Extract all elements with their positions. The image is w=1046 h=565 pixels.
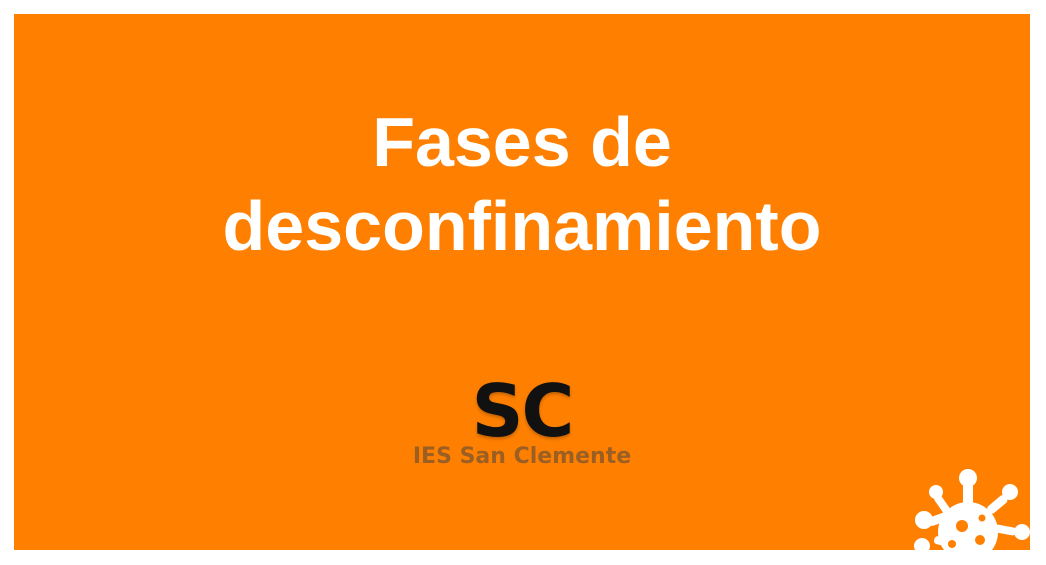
logo-mark: SC [471, 369, 575, 453]
logo-school-name: IES San Clemente [412, 444, 632, 469]
virus-icon [914, 469, 1030, 550]
title-line-1: Fases de [372, 103, 672, 181]
title-slide: Fases de desconfinamiento SC IES San Cle… [14, 14, 1030, 550]
page: Fases de desconfinamiento SC IES San Cle… [0, 0, 1046, 565]
slide-title: Fases de desconfinamiento [14, 100, 1030, 268]
school-logo: SC IES San Clemente [14, 372, 1030, 470]
title-line-2: desconfinamiento [222, 187, 822, 265]
